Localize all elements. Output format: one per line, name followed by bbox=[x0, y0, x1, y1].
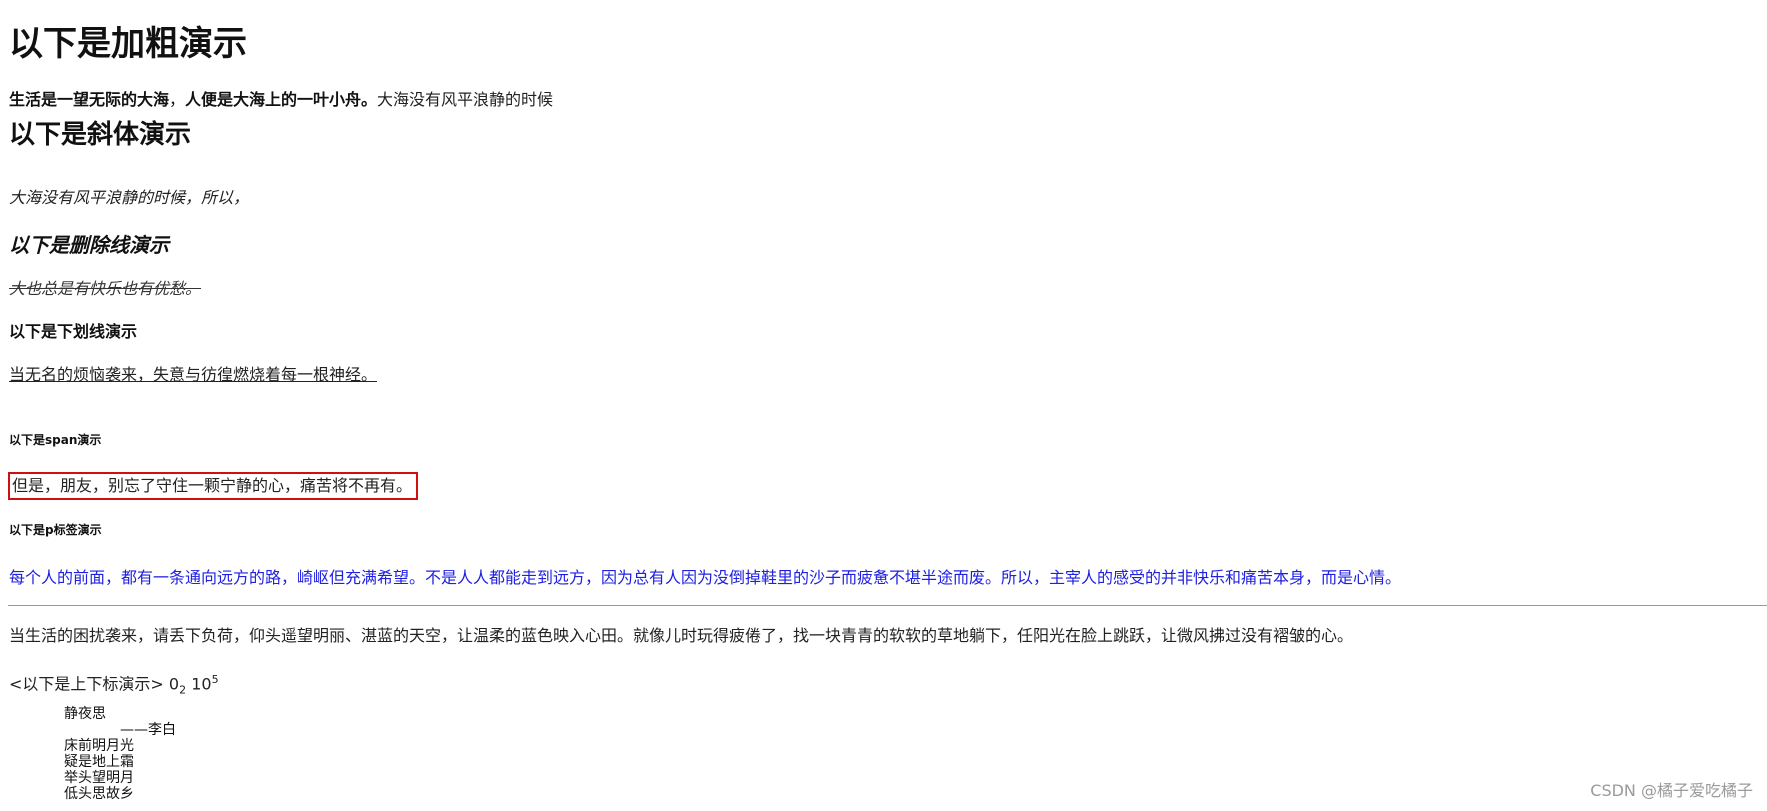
italic-demo-heading: 以下是斜体演示 bbox=[9, 120, 192, 150]
bold-demo-heading: 以下是加粗演示 bbox=[9, 24, 247, 64]
superscript-base: 10 bbox=[191, 674, 212, 694]
span-demo-heading: 以下是span演示 bbox=[9, 433, 102, 447]
superscript: 5 bbox=[211, 673, 219, 686]
underline-demo-heading: 以下是下划线演示 bbox=[9, 322, 138, 341]
bold-text-1: 生活是一望无际的大海 bbox=[9, 90, 170, 109]
blue-paragraph: 每个人的前面，都有一条通向远方的路，崎岖但充满希望。不是人人都能走到远方，因为总… bbox=[9, 568, 1402, 587]
p-tag-demo-heading: 以下是p标签演示 bbox=[9, 523, 102, 537]
bold-demo-paragraph: 生活是一望无际的大海，人便是大海上的一叶小舟。大海没有风平浪静的时候 bbox=[9, 89, 553, 111]
sub-sup-label: <以下是上下标演示> bbox=[9, 674, 164, 694]
document-page: 以下是加粗演示 生活是一望无际的大海，人便是大海上的一叶小舟。大海没有风平浪静的… bbox=[0, 0, 1767, 811]
plain-paragraph: 当生活的困扰袭来，请丢下负荷，仰头遥望明丽、湛蓝的天空，让温柔的蓝色映入心田。就… bbox=[9, 626, 1354, 645]
italic-demo-paragraph: 大海没有风平浪静的时候，所以， bbox=[9, 188, 250, 207]
poem-title: 静夜思 bbox=[64, 706, 106, 722]
poem-line-3: 举头望明月 bbox=[64, 770, 134, 786]
subscript-base: 0 bbox=[168, 674, 180, 694]
poem-line-1: 床前明月光 bbox=[64, 738, 134, 754]
plain-text-tail: 大海没有风平浪静的时候 bbox=[377, 90, 554, 109]
strikethrough-demo-heading: 以下是删除线演示 bbox=[9, 233, 169, 257]
bold-comma: ， bbox=[169, 90, 186, 109]
poem-line-2: 疑是地上霜 bbox=[64, 754, 134, 770]
span-demo-highlighted-text: 但是，朋友，别忘了守住一颗宁静的心，痛苦将不再有。 bbox=[8, 472, 419, 500]
poem-author: ——李白 bbox=[120, 722, 176, 738]
bold-text-2: 人便是大海上的一叶小舟。 bbox=[185, 90, 378, 109]
sub-sup-demo-line: <以下是上下标演示> 02 105 bbox=[9, 669, 219, 702]
csdn-watermark: CSDN @橘子爱吃橘子 bbox=[1590, 781, 1753, 800]
poem-line-4: 低头思故乡 bbox=[64, 786, 134, 802]
poem-preformatted: 静夜思 ——李白 床前明月光 疑是地上霜 举头望明月 低头思故乡 bbox=[64, 706, 176, 802]
horizontal-rule bbox=[8, 605, 1767, 606]
strikethrough-demo-paragraph: 大也总是有快乐也有优愁。 bbox=[9, 279, 202, 298]
subscript: 2 bbox=[179, 683, 187, 697]
underline-demo-paragraph: 当无名的烦恼袭来，失意与彷徨燃烧着每一根神经。 bbox=[9, 365, 378, 384]
